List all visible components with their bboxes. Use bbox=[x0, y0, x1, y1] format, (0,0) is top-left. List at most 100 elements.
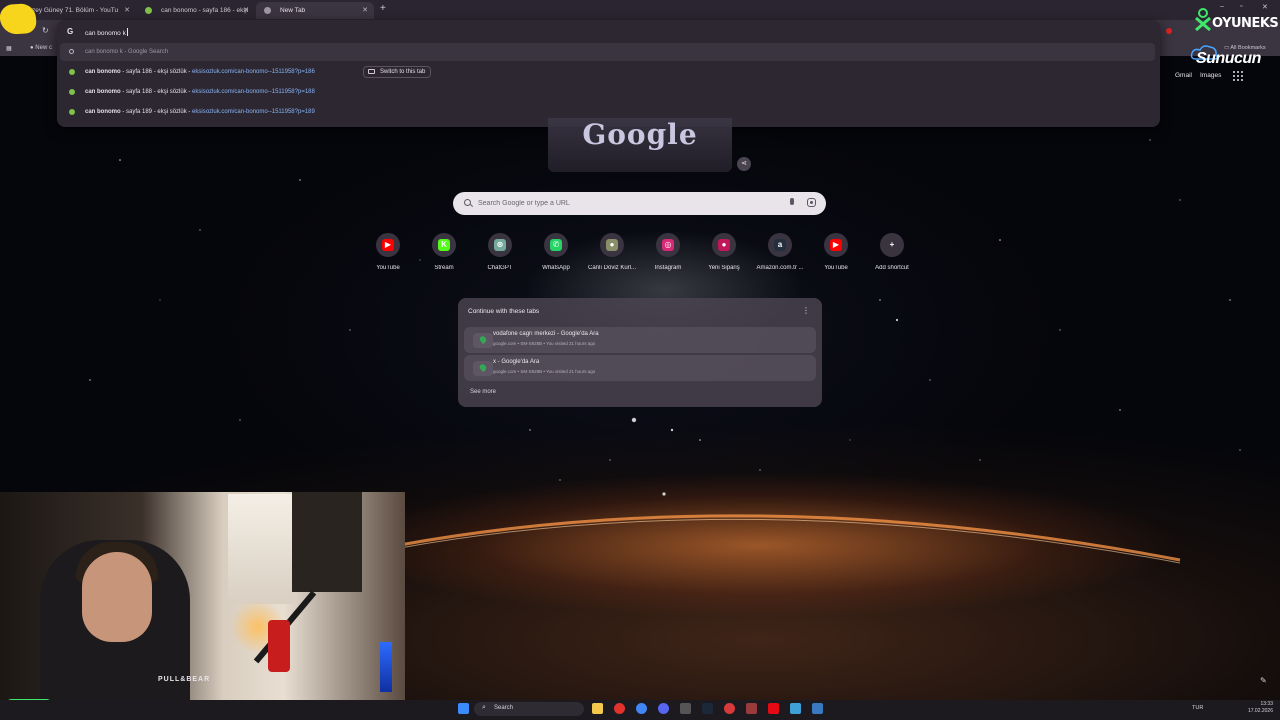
shortcut-tile[interactable]: ⊛ ChatGPT bbox=[472, 232, 528, 276]
tab-eksi[interactable]: can bonomo - sayfa 186 - ekşi ✕ bbox=[137, 2, 255, 19]
room-window bbox=[228, 494, 294, 604]
amazon-icon: a bbox=[774, 239, 786, 251]
suggestion-source: - Google Search bbox=[122, 49, 169, 55]
extension-icon[interactable] bbox=[1166, 28, 1172, 34]
shortcut-label: YouTube bbox=[824, 265, 848, 271]
suggestion-history-188[interactable]: can bonomo - sayfa 188 - ekşi sözlük - e… bbox=[60, 83, 1155, 101]
continue-tab-item[interactable]: x - Google'da Ara google.com • SM-S928B … bbox=[464, 355, 816, 381]
shortcut-label: YouTube bbox=[376, 265, 400, 271]
tab-title: x - Google'da Ara bbox=[493, 359, 540, 365]
shortcut-tile[interactable]: ▶ YouTube bbox=[808, 232, 864, 276]
bookmark-item[interactable]: ● New c bbox=[30, 45, 52, 51]
more-menu-icon[interactable]: ⋮ bbox=[802, 306, 810, 315]
shortcut-circle: K bbox=[432, 233, 456, 257]
shortcut-tile[interactable]: ▶ YouTube bbox=[360, 232, 416, 276]
close-icon[interactable]: ✕ bbox=[124, 2, 130, 19]
shortcut-circle: ✆ bbox=[544, 233, 568, 257]
google-apps-icon[interactable] bbox=[1233, 71, 1243, 81]
shortcut-circle: a bbox=[768, 233, 792, 257]
microphone-icon[interactable] bbox=[790, 198, 794, 205]
app-icon[interactable] bbox=[790, 703, 801, 714]
suggestion-subtitle: - sayfa 188 - ekşi sözlük - bbox=[120, 89, 193, 95]
shortcut-tile[interactable]: ✆ WhatsApp bbox=[528, 232, 584, 276]
suggestion-search[interactable]: can bonomo k - Google Search bbox=[60, 43, 1155, 61]
google-doodle[interactable]: Google bbox=[548, 118, 732, 172]
tab-strip: Kuzey Güney 71. Bölüm - YouTu ✕ can bono… bbox=[0, 0, 1280, 20]
google-maps-icon bbox=[473, 361, 493, 376]
gmail-link[interactable]: Gmail bbox=[1175, 72, 1192, 79]
suggestion-url: eksisozluk.com/can-bonomo--1511958?p=188 bbox=[192, 89, 315, 95]
shortcut-label: ChatGPT bbox=[487, 265, 513, 271]
steam-icon[interactable] bbox=[702, 703, 713, 714]
opera-icon[interactable] bbox=[614, 703, 625, 714]
tab-switch-icon bbox=[368, 69, 375, 74]
shortcut-tile[interactable]: a Amazon.com.tr ... bbox=[752, 232, 808, 276]
tab-label: New Tab bbox=[280, 7, 306, 14]
close-icon[interactable]: ✕ bbox=[362, 2, 368, 19]
eksi-favicon-icon bbox=[69, 89, 75, 95]
shortcut-circle: ⊛ bbox=[488, 233, 512, 257]
shortcut-tile[interactable]: ◎ Instagram bbox=[640, 232, 696, 276]
shortcut-circle: ● bbox=[712, 233, 736, 257]
shortcut-circle: ▶ bbox=[376, 233, 400, 257]
shortcut-circle: + bbox=[880, 233, 904, 257]
new-tab-button[interactable]: + bbox=[380, 3, 386, 14]
switch-to-tab-button[interactable]: Switch to this tab bbox=[363, 66, 432, 78]
search-icon: ⌕ bbox=[482, 704, 486, 711]
order-icon: ● bbox=[718, 239, 730, 251]
shortcut-tile[interactable]: ● Yeni Sipariş bbox=[696, 232, 752, 276]
app-icon[interactable] bbox=[746, 703, 757, 714]
suggestion-history-186[interactable]: can bonomo - sayfa 186 - ekşi sözlük - e… bbox=[60, 63, 1155, 81]
discord-icon[interactable] bbox=[658, 703, 669, 714]
address-bar[interactable]: G can bonomo k bbox=[57, 22, 1160, 42]
shortcut-circle: ▶ bbox=[824, 233, 848, 257]
shortcut-tile[interactable]: K Stream bbox=[416, 232, 472, 276]
pen-icon[interactable]: ✎ bbox=[1260, 676, 1267, 685]
address-input[interactable]: can bonomo k bbox=[85, 28, 128, 37]
streamer-face bbox=[82, 552, 152, 642]
taskbar-search[interactable] bbox=[474, 702, 584, 716]
suggestion-text: can bonomo k bbox=[85, 49, 123, 55]
netflix-icon[interactable] bbox=[768, 703, 779, 714]
continue-tabs-card: Continue with these tabs ⋮ vodafone cagr… bbox=[458, 298, 822, 407]
reload-icon[interactable]: ↻ bbox=[42, 26, 49, 35]
close-icon[interactable]: ✕ bbox=[243, 2, 249, 19]
app-icon[interactable] bbox=[812, 703, 823, 714]
share-icon[interactable]: ⋖ bbox=[737, 157, 751, 171]
app-icon[interactable] bbox=[724, 703, 735, 714]
suggestion-subtitle: - sayfa 186 - ekşi sözlük - bbox=[120, 69, 193, 75]
chrome-icon[interactable] bbox=[636, 703, 647, 714]
shortcut-circle: ● bbox=[600, 233, 624, 257]
tab-title: vodafone cagrı merkezi - Google'da Ara bbox=[493, 331, 599, 337]
google-lens-icon[interactable] bbox=[807, 198, 816, 207]
youtube-icon: ▶ bbox=[830, 239, 842, 251]
shortcut-tile[interactable]: + Add shortcut bbox=[864, 232, 920, 276]
oyuneks-logo: OYUNEKS bbox=[1192, 8, 1279, 34]
search-input[interactable] bbox=[478, 196, 778, 211]
windows-start-icon[interactable] bbox=[458, 703, 469, 714]
system-clock[interactable]: 13:33 17.02.2026 bbox=[1239, 701, 1273, 715]
apps-grid-icon[interactable]: ▦ bbox=[6, 45, 12, 52]
eksi-favicon-icon bbox=[69, 69, 75, 75]
shortcut-circle: ◎ bbox=[656, 233, 680, 257]
input-language[interactable]: TUR bbox=[1192, 705, 1203, 711]
search-icon bbox=[69, 49, 74, 54]
calculator-icon[interactable] bbox=[680, 703, 691, 714]
shortcut-label: Canlı Döviz Kurl... bbox=[587, 265, 636, 271]
shortcut-label: Stream bbox=[434, 265, 454, 271]
tab-new-tab[interactable]: New Tab ✕ bbox=[256, 2, 374, 19]
see-more-link[interactable]: See more bbox=[470, 389, 496, 395]
text-caret bbox=[126, 28, 128, 36]
shortcut-label: Instagram bbox=[654, 265, 682, 271]
images-link[interactable]: Images bbox=[1200, 72, 1221, 79]
continue-tab-item[interactable]: vodafone cagrı merkezi - Google'da Ara g… bbox=[464, 327, 816, 353]
file-explorer-icon[interactable] bbox=[592, 703, 603, 714]
search-box[interactable] bbox=[453, 192, 826, 215]
eksi-favicon-icon bbox=[69, 109, 75, 115]
kick-icon: K bbox=[438, 239, 450, 251]
search-icon bbox=[464, 199, 471, 206]
taskbar-search-label: Search bbox=[494, 705, 514, 711]
shortcut-tile[interactable]: ● Canlı Döviz Kurl... bbox=[584, 232, 640, 276]
room-curtain bbox=[292, 492, 362, 592]
currency-icon: ● bbox=[606, 239, 618, 251]
